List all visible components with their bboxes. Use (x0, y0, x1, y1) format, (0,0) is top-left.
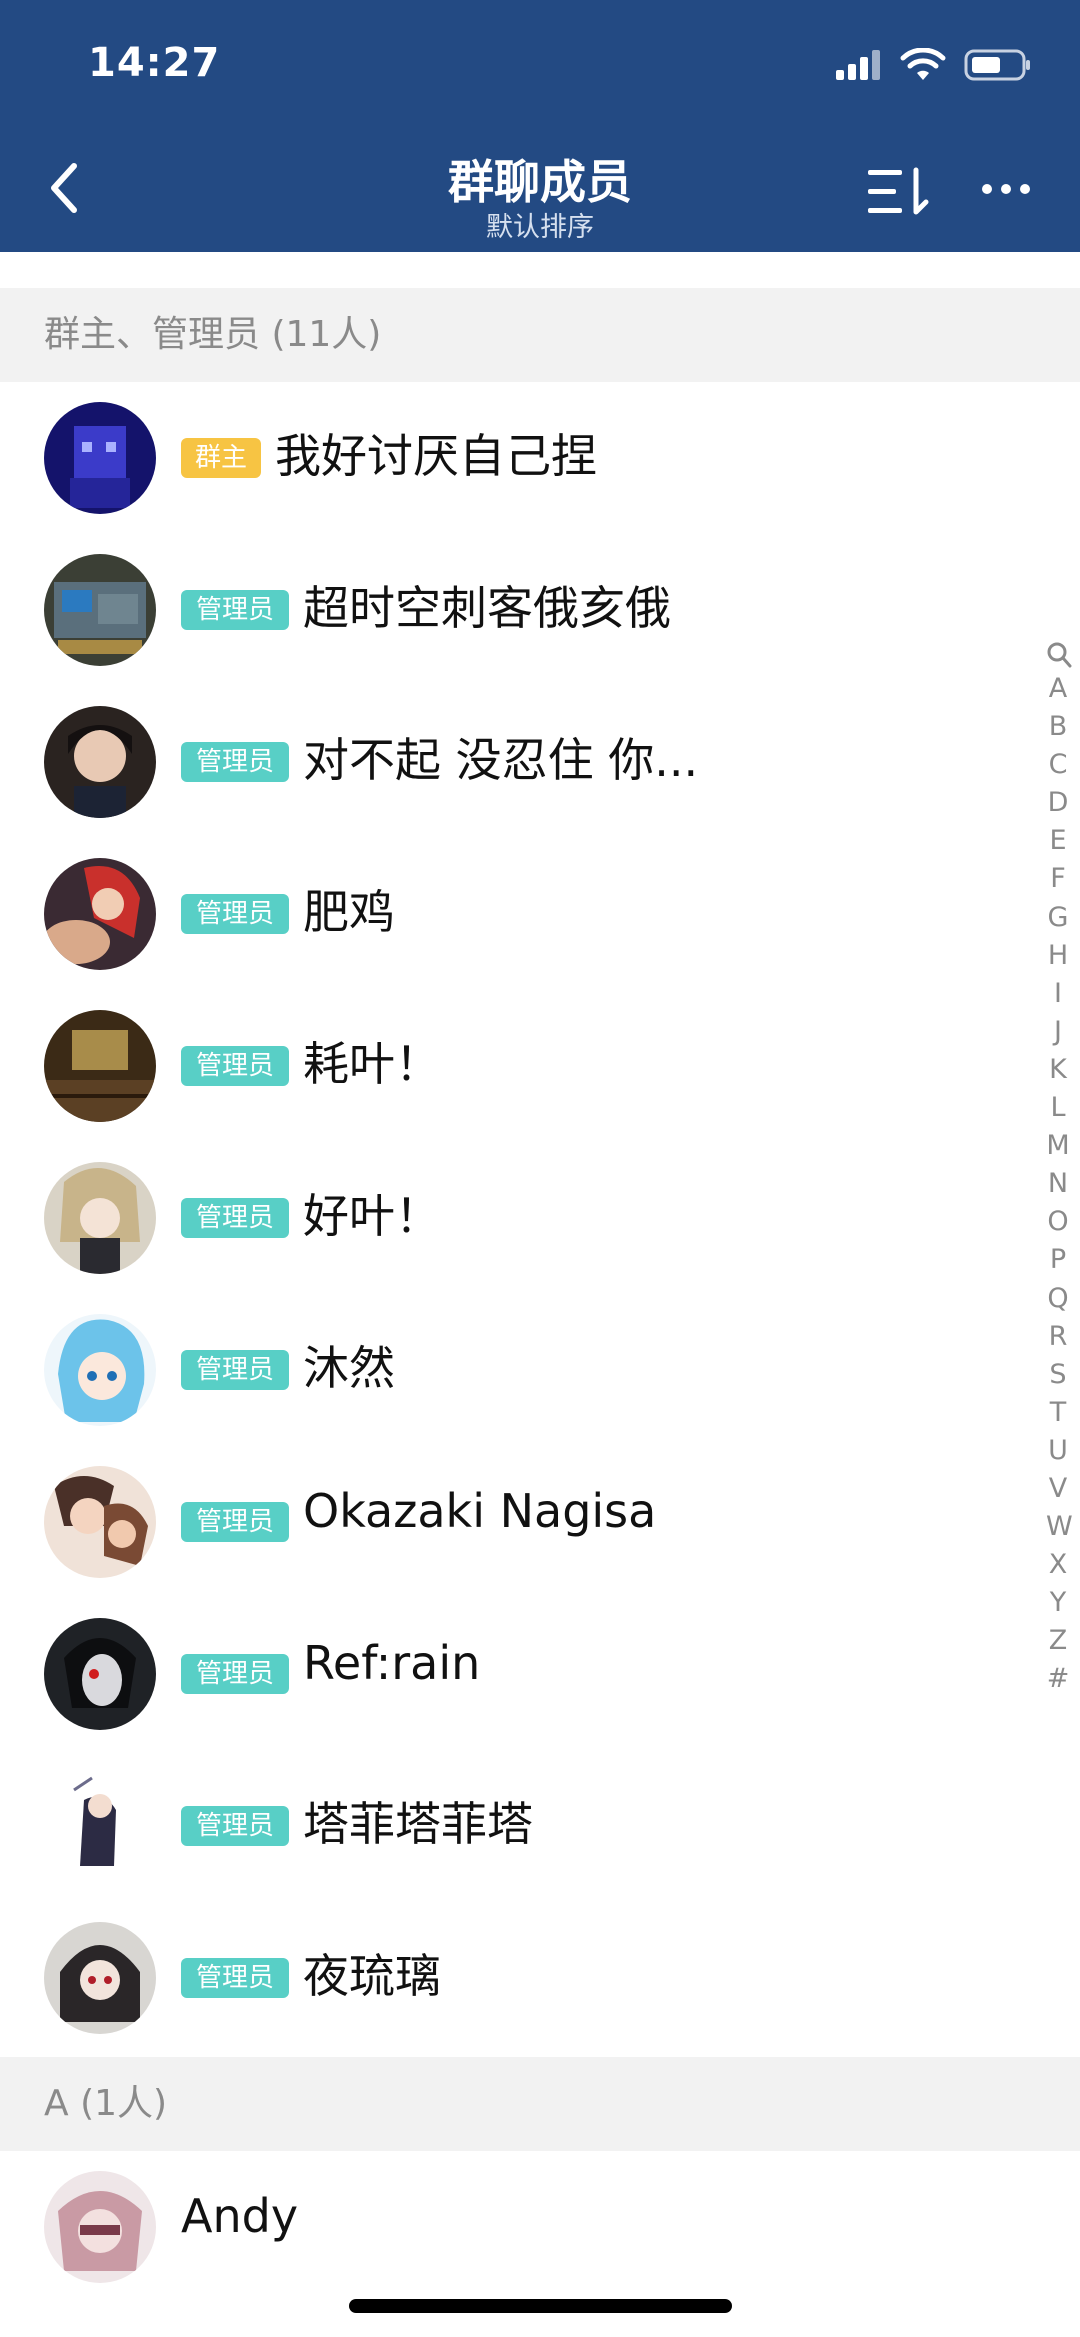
status-icons (834, 48, 1032, 82)
member-row[interactable]: 管理员 肥鸡 (0, 838, 1030, 990)
member-row[interactable]: 管理员 夜琉璃 (0, 1902, 1030, 2054)
index-letter[interactable]: Y (1046, 1584, 1070, 1622)
avatar (44, 1618, 156, 1730)
index-letter[interactable]: N (1046, 1165, 1070, 1203)
admin-badge: 管理员 (181, 590, 289, 630)
index-letter[interactable]: A (1046, 670, 1070, 708)
member-row[interactable]: 管理员 塔菲塔菲塔 (0, 1750, 1030, 1902)
index-letter[interactable]: P (1046, 1241, 1070, 1279)
member-name: 耗叶！ (303, 1037, 441, 1091)
index-letter[interactable]: # (1046, 1660, 1070, 1698)
index-letter[interactable]: T (1046, 1394, 1070, 1432)
member-row[interactable]: 管理员 超时空刺客俄亥俄 (0, 534, 1030, 686)
admin-badge: 管理员 (181, 894, 289, 934)
member-name: Andy (181, 2189, 299, 2243)
index-letter[interactable]: F (1046, 860, 1070, 898)
index-letter[interactable]: I (1046, 975, 1070, 1013)
owner-badge: 群主 (181, 438, 261, 478)
avatar (44, 1466, 156, 1578)
wifi-icon (900, 48, 946, 80)
index-letter[interactable]: K (1046, 1051, 1070, 1089)
alphabet-index[interactable]: A B C D E F G H I J K L M N O P Q R S T U V W X Y Z # (1046, 640, 1073, 1699)
index-letter[interactable]: V (1046, 1470, 1070, 1508)
admin-badge: 管理员 (181, 1502, 289, 1542)
member-name: 肥鸡 (303, 885, 395, 939)
more-options-icon[interactable] (982, 184, 1030, 194)
avatar (44, 858, 156, 970)
member-name: 我好讨厌自己捏 (275, 429, 597, 483)
member-name: 夜琉璃 (303, 1949, 441, 2003)
section-header-admins: 群主、管理员 (11人) (0, 288, 1080, 382)
battery-icon (964, 49, 1030, 81)
index-letter[interactable]: B (1046, 708, 1070, 746)
index-letter[interactable]: U (1046, 1432, 1070, 1470)
member-name: 超时空刺客俄亥俄 (303, 581, 671, 635)
index-letter[interactable]: E (1046, 822, 1070, 860)
section-header-a: A (1人) (0, 2057, 1080, 2151)
avatar (44, 2171, 156, 2283)
member-name: 对不起 没忍住 你... (303, 733, 699, 787)
home-indicator (349, 2299, 732, 2313)
member-row[interactable]: Andy (0, 2151, 1030, 2303)
index-letter[interactable]: J (1046, 1013, 1070, 1051)
member-name: Ref:rain (303, 1636, 481, 1690)
index-letter[interactable]: O (1046, 1203, 1070, 1241)
admin-badge: 管理员 (181, 1654, 289, 1694)
index-letter[interactable]: G (1046, 899, 1070, 937)
admin-badge: 管理员 (181, 1198, 289, 1238)
admin-badge: 管理员 (181, 1046, 289, 1086)
index-letter[interactable]: H (1046, 937, 1070, 975)
member-row[interactable]: 管理员 Ref:rain (0, 1598, 1030, 1750)
member-row[interactable]: 管理员 沐然 (0, 1294, 1030, 1446)
avatar (44, 1010, 156, 1122)
header-spacer (0, 252, 1080, 288)
member-name: 沐然 (303, 1341, 395, 1395)
index-letter[interactable]: S (1046, 1356, 1070, 1394)
avatar (44, 554, 156, 666)
avatar (44, 706, 156, 818)
member-row[interactable]: 群主 我好讨厌自己捏 (0, 382, 1030, 534)
index-letter[interactable]: X (1046, 1546, 1070, 1584)
index-letter[interactable]: R (1046, 1318, 1070, 1356)
index-letter[interactable]: L (1046, 1089, 1070, 1127)
index-letter[interactable]: Q (1046, 1280, 1070, 1318)
index-letter[interactable]: W (1046, 1508, 1073, 1546)
member-name: 好叶！ (303, 1189, 441, 1243)
search-icon[interactable] (1046, 640, 1072, 670)
index-letter[interactable]: C (1046, 746, 1070, 784)
top-bar: 14:27 群聊成员 默认排序 (0, 0, 1080, 252)
status-time: 14:27 (88, 40, 221, 86)
index-letter[interactable]: D (1046, 784, 1070, 822)
avatar (44, 1162, 156, 1274)
admin-badge: 管理员 (181, 742, 289, 782)
member-row[interactable]: 管理员 对不起 没忍住 你... (0, 686, 1030, 838)
index-letter[interactable]: M (1046, 1127, 1070, 1165)
member-name: 塔菲塔菲塔 (303, 1797, 533, 1851)
admin-badge: 管理员 (181, 1350, 289, 1390)
sort-icon[interactable] (864, 164, 934, 220)
member-row[interactable]: 管理员 耗叶！ (0, 990, 1030, 1142)
member-row[interactable]: 管理员 Okazaki Nagisa (0, 1446, 1030, 1598)
index-letter[interactable]: Z (1046, 1622, 1070, 1660)
member-name: Okazaki Nagisa (303, 1484, 657, 1538)
avatar (44, 402, 156, 514)
avatar (44, 1770, 156, 1882)
cellular-signal-icon (836, 50, 880, 80)
member-row[interactable]: 管理员 好叶！ (0, 1142, 1030, 1294)
avatar (44, 1922, 156, 2034)
admin-badge: 管理员 (181, 1958, 289, 1998)
avatar (44, 1314, 156, 1426)
admin-badge: 管理员 (181, 1806, 289, 1846)
